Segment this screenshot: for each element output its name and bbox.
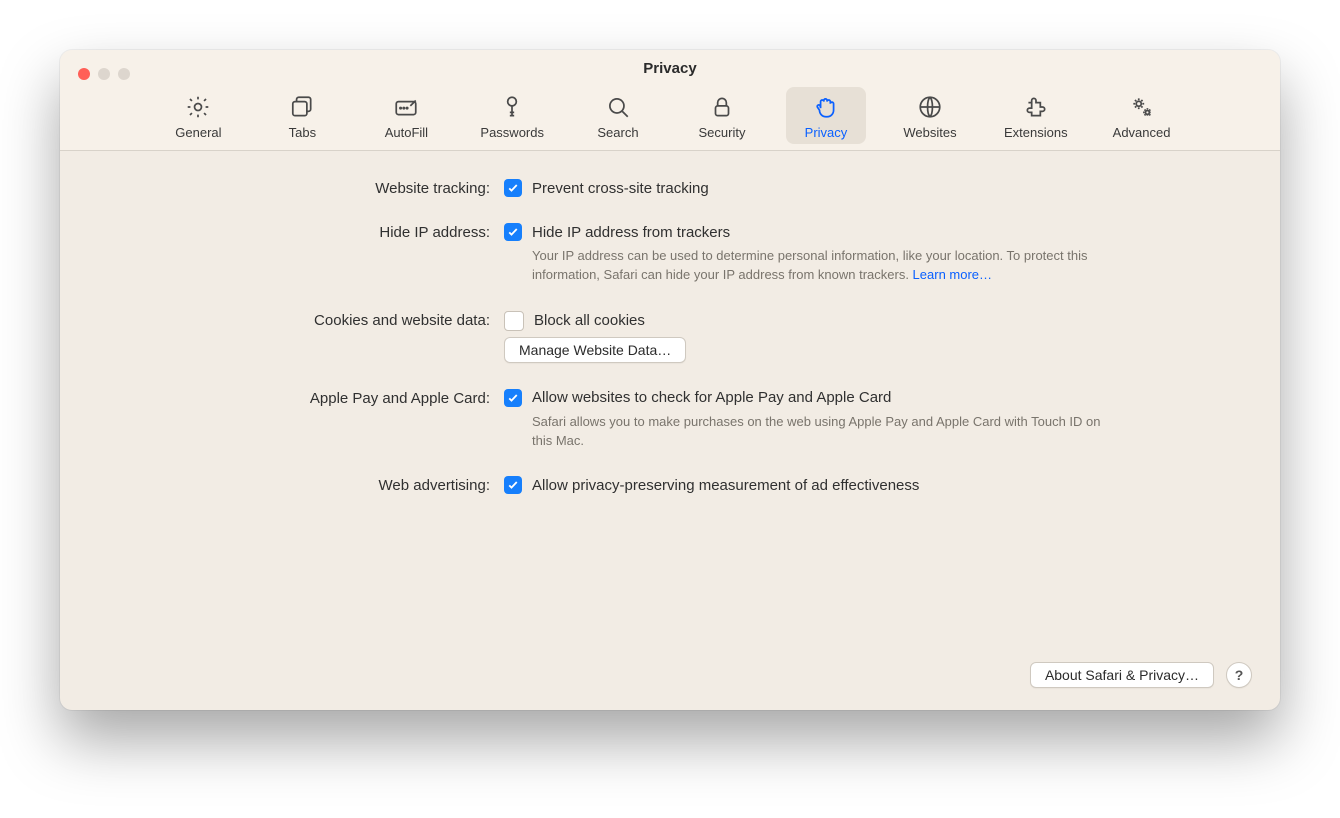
tab-label: Advanced [1113, 125, 1171, 140]
zoom-button[interactable] [118, 68, 130, 80]
help-button[interactable]: ? [1226, 662, 1252, 688]
label-web-ads: Web advertising: [110, 476, 490, 494]
row-hide-ip: Hide IP address: Hide IP address from tr… [110, 223, 1230, 285]
checkbox-label: Block all cookies [534, 312, 645, 329]
checkmark-icon [504, 223, 522, 241]
row-website-tracking: Website tracking: Prevent cross-site tra… [110, 179, 1230, 197]
manage-website-data-button[interactable]: Manage Website Data… [504, 337, 686, 363]
checkbox-label: Hide IP address from trackers [532, 224, 730, 241]
tab-general[interactable]: General [158, 87, 238, 144]
about-privacy-button[interactable]: About Safari & Privacy… [1030, 662, 1214, 688]
lock-icon [708, 93, 736, 121]
row-web-ads: Web advertising: Allow privacy-preservin… [110, 476, 1230, 494]
row-cookies: Cookies and website data: Block all cook… [110, 311, 1230, 363]
tab-websites[interactable]: Websites [890, 87, 970, 144]
minimize-button[interactable] [98, 68, 110, 80]
tab-passwords[interactable]: Passwords [470, 87, 554, 144]
key-icon [498, 93, 526, 121]
tab-autofill[interactable]: AutoFill [366, 87, 446, 144]
label-cookies: Cookies and website data: [110, 311, 490, 329]
checkmark-icon [504, 476, 522, 494]
tabs-icon [288, 93, 316, 121]
tab-advanced[interactable]: Advanced [1102, 87, 1182, 144]
checkbox-label: Allow privacy-preserving measurement of … [532, 477, 919, 494]
window-title: Privacy [60, 60, 1280, 83]
tab-label: Search [597, 125, 638, 140]
row-apple-pay: Apple Pay and Apple Card: Allow websites… [110, 389, 1230, 451]
gear-icon [184, 93, 212, 121]
tab-label: AutoFill [385, 125, 428, 140]
preferences-window: Privacy General Tabs AutoFill [60, 50, 1280, 710]
label-apple-pay: Apple Pay and Apple Card: [110, 389, 490, 407]
label-website-tracking: Website tracking: [110, 179, 490, 197]
globe-icon [916, 93, 944, 121]
checkbox-label: Prevent cross-site tracking [532, 180, 709, 197]
tab-label: Passwords [480, 125, 544, 140]
checkbox-hide-ip[interactable]: Hide IP address from trackers [504, 223, 1230, 241]
tab-search[interactable]: Search [578, 87, 658, 144]
puzzle-icon [1022, 93, 1050, 121]
tab-label: Extensions [1004, 125, 1068, 140]
tab-extensions[interactable]: Extensions [994, 87, 1078, 144]
tab-label: Tabs [289, 125, 316, 140]
label-hide-ip: Hide IP address: [110, 223, 490, 241]
tab-privacy[interactable]: Privacy [786, 87, 866, 144]
search-icon [604, 93, 632, 121]
checkbox-web-ads[interactable]: Allow privacy-preserving measurement of … [504, 476, 1230, 494]
checkbox-block-cookies[interactable]: Block all cookies [504, 311, 1230, 331]
titlebar: Privacy General Tabs AutoFill [60, 50, 1280, 151]
tab-label: Privacy [805, 125, 848, 140]
learn-more-link[interactable]: Learn more… [913, 267, 992, 282]
hand-icon [812, 93, 840, 121]
tab-label: Websites [903, 125, 956, 140]
description-apple-pay: Safari allows you to make purchases on t… [504, 413, 1122, 451]
privacy-pane: Website tracking: Prevent cross-site tra… [60, 151, 1280, 662]
tab-security[interactable]: Security [682, 87, 762, 144]
pencil-box-icon [392, 93, 420, 121]
close-button[interactable] [78, 68, 90, 80]
toolbar: General Tabs AutoFill Passwords [60, 83, 1280, 150]
checkbox-empty-icon [504, 311, 524, 331]
checkbox-label: Allow websites to check for Apple Pay an… [532, 389, 891, 406]
checkmark-icon [504, 389, 522, 407]
description-hide-ip: Your IP address can be used to determine… [504, 247, 1122, 285]
checkbox-apple-pay[interactable]: Allow websites to check for Apple Pay an… [504, 389, 1230, 407]
window-controls [78, 68, 130, 80]
tab-tabs[interactable]: Tabs [262, 87, 342, 144]
checkbox-prevent-cross-site[interactable]: Prevent cross-site tracking [504, 179, 1230, 197]
tab-label: General [175, 125, 221, 140]
tab-label: Security [699, 125, 746, 140]
checkmark-icon [504, 179, 522, 197]
gears-icon [1128, 93, 1156, 121]
footer: About Safari & Privacy… ? [60, 662, 1280, 710]
